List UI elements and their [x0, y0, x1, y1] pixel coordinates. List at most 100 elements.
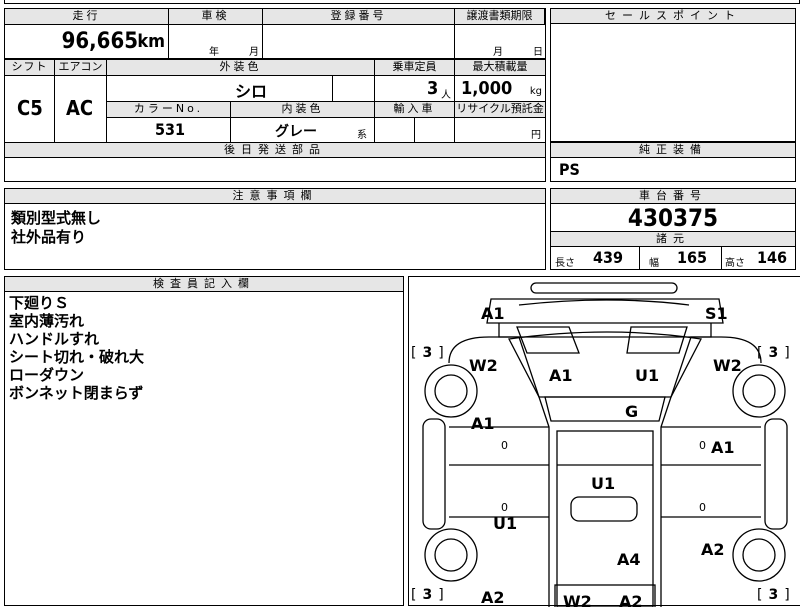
right-side-shape: [660, 336, 762, 607]
vehicle-diagram: A1 S1 W2 W2 A1 U1 G A1 A1 U1 U1 A2 A4 A2…: [411, 282, 790, 607]
basic-info-panel: 走行 車検 登録番号 譲渡書類期限 96,665 km 年 月 月 日: [4, 8, 546, 60]
interior-cell: グレー 系: [231, 118, 375, 142]
dimensions-row: 長さ 439 幅 165 高さ 146: [551, 247, 795, 269]
mark-front-left: A1: [481, 304, 505, 323]
tire-tread-rear-right: [3]: [757, 587, 790, 603]
mark-glass: G: [625, 402, 638, 421]
front-panel-shape: [486, 298, 724, 324]
tire-tread-rear-left: [3]: [411, 587, 444, 603]
top-strip: [4, 0, 800, 4]
color-no-value: 531: [155, 120, 186, 139]
left-side-shape: [448, 336, 550, 607]
equipment-label: 純正装備: [551, 143, 795, 158]
chassis-value: 430375: [627, 204, 719, 232]
inspection-year: 年: [209, 47, 219, 58]
inspector-line: ハンドルすれ: [9, 330, 100, 348]
recycle-unit: 円: [531, 130, 541, 141]
later-parts-label: 後日発送部品: [5, 143, 545, 158]
transfer-cell: 月 日: [455, 25, 545, 59]
cab-shape: [508, 331, 702, 398]
mark-rear-left: A2: [481, 588, 505, 607]
mileage-unit: km: [137, 31, 165, 52]
load-value: 1,000: [461, 78, 513, 99]
notice-line: 社外品有り: [11, 228, 87, 246]
sales-point-panel: セールスポイント: [550, 8, 796, 142]
zero-mark: 0: [699, 439, 706, 452]
chassis-label: 車台番号: [551, 189, 795, 204]
interior-suffix: 系: [357, 130, 367, 141]
color-no-label: カラーNo.: [107, 102, 231, 118]
inspection-cell: 年 月: [169, 25, 263, 59]
inspection-label: 車検: [169, 9, 263, 25]
tire-rear-right-shape: [732, 528, 786, 582]
tire-rear-left-shape: [424, 528, 478, 582]
left-rail-shape: [422, 418, 446, 530]
notice-panel: 注意事項欄 類別型式無し 社外品有り: [4, 188, 546, 270]
interior-value: グレー: [275, 124, 317, 140]
inspector-line: 室内薄汚れ: [9, 312, 85, 330]
aircon-cell: AC: [55, 76, 107, 142]
import-cell-a: [375, 118, 415, 142]
height-label: 高さ: [725, 258, 745, 269]
mark-door-left: A1: [471, 414, 495, 433]
load-cell: 1,000 kg: [455, 76, 545, 102]
glass-shape: [544, 396, 666, 422]
import-cell-b: [415, 118, 455, 142]
spec-panel: シフト エアコン 外装色 乗車定員 最大積載量 C5 AC シロ 3 人 1,0…: [4, 59, 546, 143]
inspector-line: 下廻りＳ: [9, 294, 70, 312]
right-windscreen-shape: [626, 326, 688, 354]
damage-diagram-panel: A1 S1 W2 W2 A1 U1 G A1 A1 U1 U1 A2 A4 A2…: [408, 276, 800, 607]
capacity-unit: 人: [441, 90, 451, 101]
tire-tread-front-right: [3]: [757, 345, 790, 361]
import-label: 輸入車: [375, 102, 455, 118]
left-windscreen-shape: [516, 326, 580, 354]
load-unit: kg: [529, 86, 542, 97]
dim-divider: [639, 247, 640, 269]
capacity-label: 乗車定員: [375, 60, 455, 76]
mark-rocker-left: U1: [493, 514, 517, 533]
equipment-value: PS: [559, 160, 580, 179]
front-bumper-shape: [530, 282, 678, 294]
mark-fender-left: W2: [469, 356, 498, 375]
height-value: 146: [757, 248, 788, 267]
exterior-cell: シロ: [107, 76, 333, 102]
right-rail-shape: [764, 418, 788, 530]
equipment-panel: 純正装備 PS: [550, 142, 796, 182]
mileage-cell: 96,665 km: [5, 25, 169, 59]
mark-rear-right: A2: [701, 540, 725, 559]
aircon-label: エアコン: [55, 60, 107, 76]
registration-label: 登録番号: [263, 9, 455, 25]
aircon-value: AC: [66, 96, 94, 120]
sales-point-label: セールスポイント: [551, 9, 795, 24]
notice-line: 類別型式無し: [11, 209, 102, 227]
interior-label: 内装色: [231, 102, 375, 118]
notice-label: 注意事項欄: [5, 189, 545, 204]
inspector-line: ボンネット閉まらず: [9, 384, 144, 402]
mark-bed: A4: [617, 550, 641, 569]
inspector-panel: 検査員記入欄 下廻りＳ 室内薄汚れ ハンドルすれ シート切れ・破れ大 ローダウン…: [4, 276, 404, 606]
capacity-value: 3: [427, 78, 439, 99]
mark-door-right: A1: [711, 438, 735, 457]
capacity-cell: 3 人: [375, 76, 455, 102]
mark-bonnet-right: U1: [635, 366, 659, 385]
bed-shape: [556, 430, 654, 607]
chassis-panel: 車台番号 430375 諸元 長さ 439 幅 165 高さ 146: [550, 188, 796, 270]
shift-value: C5: [17, 96, 43, 120]
mileage-value: 96,665: [61, 29, 138, 54]
transfer-day: 日: [533, 47, 543, 58]
length-label: 長さ: [555, 258, 575, 269]
width-value: 165: [677, 248, 708, 267]
recycle-label: リサイクル預託金: [455, 102, 545, 118]
exterior-cell-extra: [333, 76, 375, 102]
inspection-month: 月: [249, 47, 259, 58]
roof-hatch-shape: [570, 496, 638, 522]
width-label: 幅: [649, 258, 659, 269]
shift-cell: C5: [5, 76, 55, 142]
exterior-label: 外装色: [107, 60, 375, 76]
inspector-line: ローダウン: [9, 366, 85, 384]
load-label: 最大積載量: [455, 60, 545, 76]
dimensions-label: 諸元: [551, 231, 795, 247]
recycle-cell: 円: [455, 118, 545, 142]
mark-fender-right: W2: [713, 356, 742, 375]
length-value: 439: [593, 248, 624, 267]
